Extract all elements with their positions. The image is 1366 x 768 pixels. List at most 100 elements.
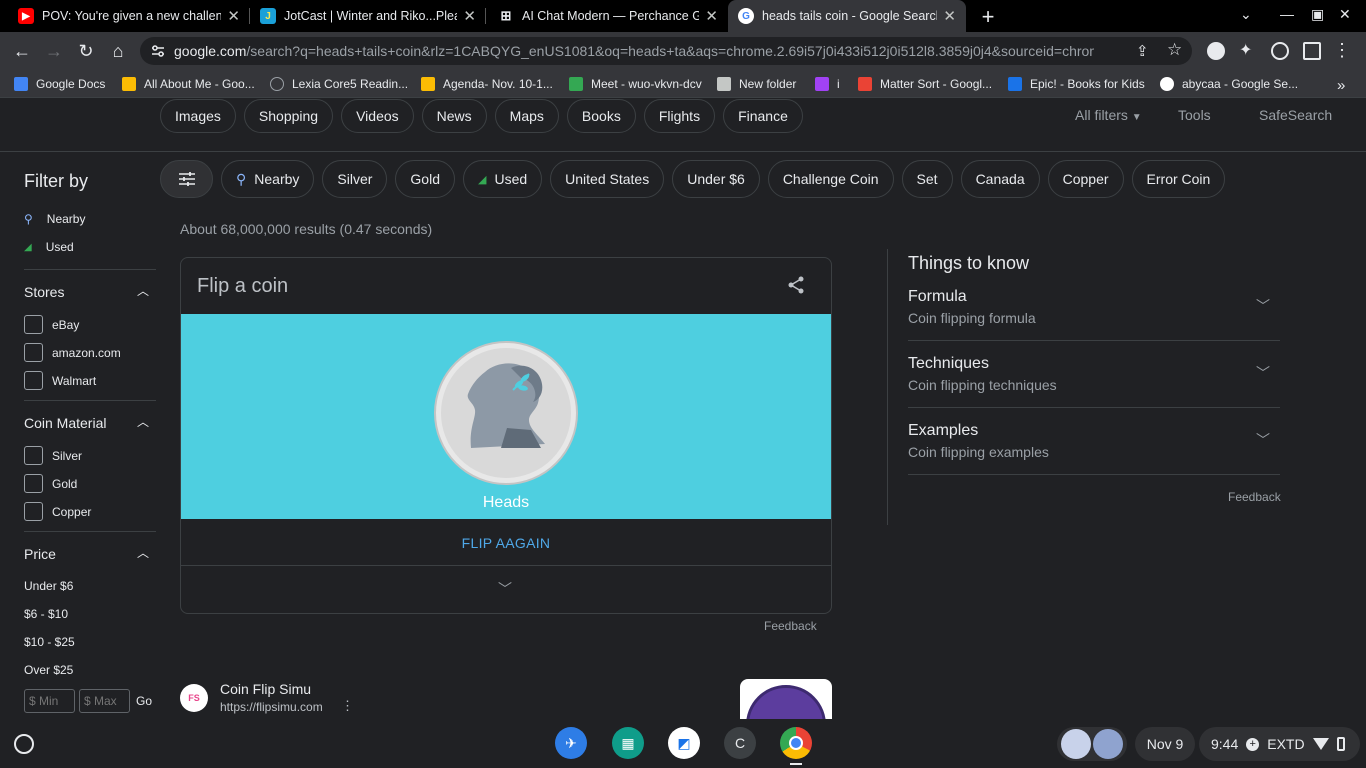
- chevron-up-icon[interactable]: ︿: [137, 413, 149, 430]
- chip-set[interactable]: Set: [901, 160, 953, 198]
- chip-gold[interactable]: Gold: [395, 160, 455, 198]
- close-window-button[interactable]: ✕: [1339, 6, 1351, 23]
- sidepanel-icon[interactable]: [1303, 42, 1321, 60]
- share-icon[interactable]: [786, 275, 806, 295]
- tab-books[interactable]: Books: [566, 99, 636, 133]
- ttk-item-techniques[interactable]: Techniques Coin flipping techniques ﹀: [908, 341, 1280, 408]
- flip-again-button[interactable]: FLIP AAGAIN: [181, 535, 831, 551]
- chevron-down-icon[interactable]: ﹀: [1256, 296, 1270, 316]
- feedback-link[interactable]: Feedback: [764, 619, 817, 633]
- site-info-icon[interactable]: [150, 43, 166, 59]
- app-icon[interactable]: C: [724, 727, 756, 759]
- store-option-ebay[interactable]: eBay: [24, 315, 79, 334]
- holding-space-tray[interactable]: [1057, 727, 1127, 761]
- close-tab-icon[interactable]: ✕: [463, 7, 476, 25]
- material-option-gold[interactable]: Gold: [24, 474, 77, 493]
- all-filters-button[interactable]: All filters ▼: [1075, 107, 1142, 123]
- close-tab-icon[interactable]: ✕: [943, 7, 956, 25]
- bookmark-item[interactable]: Epic! - Books for Kids: [1008, 77, 1145, 91]
- chevron-up-icon[interactable]: ︿: [137, 282, 149, 299]
- checkbox[interactable]: [24, 502, 43, 521]
- store-option-walmart[interactable]: Walmart: [24, 371, 96, 390]
- result-site-name[interactable]: Coin Flip Simu: [220, 681, 311, 697]
- chip-nearby[interactable]: ⚲ Nearby: [221, 160, 315, 198]
- minimize-button[interactable]: —: [1280, 6, 1294, 22]
- feedback-link[interactable]: Feedback: [1228, 490, 1281, 504]
- tab-news[interactable]: News: [421, 99, 487, 133]
- min-price-input[interactable]: [24, 689, 75, 713]
- checkbox[interactable]: [24, 315, 43, 334]
- maximize-button[interactable]: ▣: [1311, 6, 1324, 23]
- chip-united-states[interactable]: United States: [550, 160, 665, 198]
- max-price-input[interactable]: [79, 689, 130, 713]
- forward-button[interactable]: →: [43, 41, 65, 62]
- safesearch-button[interactable]: SafeSearch: [1259, 107, 1332, 123]
- checkbox[interactable]: [24, 371, 43, 390]
- bookmark-item[interactable]: New folder: [717, 77, 796, 91]
- result-thumbnail[interactable]: [740, 679, 832, 719]
- tools-button[interactable]: Tools: [1178, 107, 1211, 123]
- coin-heads-image[interactable]: [436, 343, 576, 483]
- bookmarks-overflow-button[interactable]: »: [1337, 77, 1345, 94]
- checkbox[interactable]: [24, 446, 43, 465]
- bookmark-item[interactable]: Google Docs: [14, 77, 105, 91]
- close-tab-icon[interactable]: ✕: [227, 7, 240, 25]
- coin-area[interactable]: Heads: [181, 314, 831, 519]
- menu-icon[interactable]: ⋮: [1331, 40, 1353, 61]
- status-tray[interactable]: 9:44 + EXTD: [1199, 727, 1360, 761]
- filter-nearby[interactable]: ⚲ Nearby: [24, 212, 85, 226]
- puzzle-icon[interactable]: ✦: [1239, 40, 1257, 59]
- store-option-amazon[interactable]: amazon.com: [24, 343, 121, 362]
- price-option[interactable]: $6 - $10: [24, 607, 68, 621]
- tab-search-icon[interactable]: ⌄: [1240, 6, 1252, 23]
- new-tab-button[interactable]: +: [976, 4, 1000, 30]
- tab-shopping[interactable]: Shopping: [243, 99, 334, 133]
- chip-under-6[interactable]: Under $6: [672, 160, 760, 198]
- chip-challenge-coin[interactable]: Challenge Coin: [767, 160, 894, 198]
- ttk-item-examples[interactable]: Examples Coin flipping examples ﹀: [908, 408, 1280, 475]
- bookmark-item[interactable]: Lexia Core5 Readin...: [270, 77, 408, 91]
- tab-perchance[interactable]: ⊞ AI Chat Modern — Perchance Ge ✕: [488, 0, 728, 32]
- bookmark-item[interactable]: i: [815, 77, 840, 91]
- chip-copper[interactable]: Copper: [1047, 160, 1124, 198]
- url-text[interactable]: google.com/search?q=heads+tails+coin&rlz…: [174, 43, 1094, 59]
- material-option-silver[interactable]: Silver: [24, 446, 82, 465]
- app-icon[interactable]: ✈: [555, 727, 587, 759]
- classroom-app-icon[interactable]: ▦: [612, 727, 644, 759]
- extension-icon[interactable]: [1207, 42, 1225, 60]
- date-tray[interactable]: Nov 9: [1135, 727, 1195, 761]
- bookmark-item[interactable]: Matter Sort - Googl...: [858, 77, 992, 91]
- chip-canada[interactable]: Canada: [960, 160, 1040, 198]
- app-icon[interactable]: ◩: [668, 727, 700, 759]
- chip-error-coin[interactable]: Error Coin: [1131, 160, 1226, 198]
- result-url[interactable]: https://flipsimu.com: [220, 700, 323, 714]
- tab-images[interactable]: Images: [160, 99, 236, 133]
- sync-icon[interactable]: [1271, 42, 1289, 60]
- chevron-down-icon[interactable]: ﹀: [1256, 430, 1270, 450]
- price-option[interactable]: Over $25: [24, 663, 73, 677]
- chevron-up-icon[interactable]: ︿: [137, 544, 149, 561]
- tab-maps[interactable]: Maps: [494, 99, 559, 133]
- back-button[interactable]: ←: [11, 41, 33, 62]
- tab-youtube[interactable]: ▶ POV: You're given a new challeng ✕: [8, 0, 250, 32]
- more-options-icon[interactable]: ⋮: [341, 698, 354, 714]
- address-bar[interactable]: google.com/search?q=heads+tails+coin&rlz…: [140, 37, 1192, 65]
- price-go-button[interactable]: Go: [136, 694, 152, 708]
- checkbox[interactable]: [24, 474, 43, 493]
- tab-finance[interactable]: Finance: [723, 99, 803, 133]
- price-option[interactable]: $10 - $25: [24, 635, 75, 649]
- checkbox[interactable]: [24, 343, 43, 362]
- chip-used[interactable]: ◢ Used: [463, 160, 543, 198]
- bookmark-item[interactable]: Agenda- Nov. 10-1...: [421, 77, 553, 91]
- bookmark-star-icon[interactable]: ☆: [1167, 40, 1182, 60]
- filter-used[interactable]: ◢ Used: [24, 240, 74, 254]
- share-icon[interactable]: ⇪: [1136, 42, 1149, 60]
- chevron-down-icon[interactable]: ﹀: [498, 579, 512, 599]
- home-button[interactable]: ⌂: [107, 41, 129, 62]
- tab-videos[interactable]: Videos: [341, 99, 414, 133]
- chrome-app-icon[interactable]: [780, 727, 812, 759]
- filter-options-button[interactable]: [160, 160, 213, 198]
- material-option-copper[interactable]: Copper: [24, 502, 91, 521]
- tab-flights[interactable]: Flights: [643, 99, 716, 133]
- ttk-item-formula[interactable]: Formula Coin flipping formula ﹀: [908, 274, 1280, 341]
